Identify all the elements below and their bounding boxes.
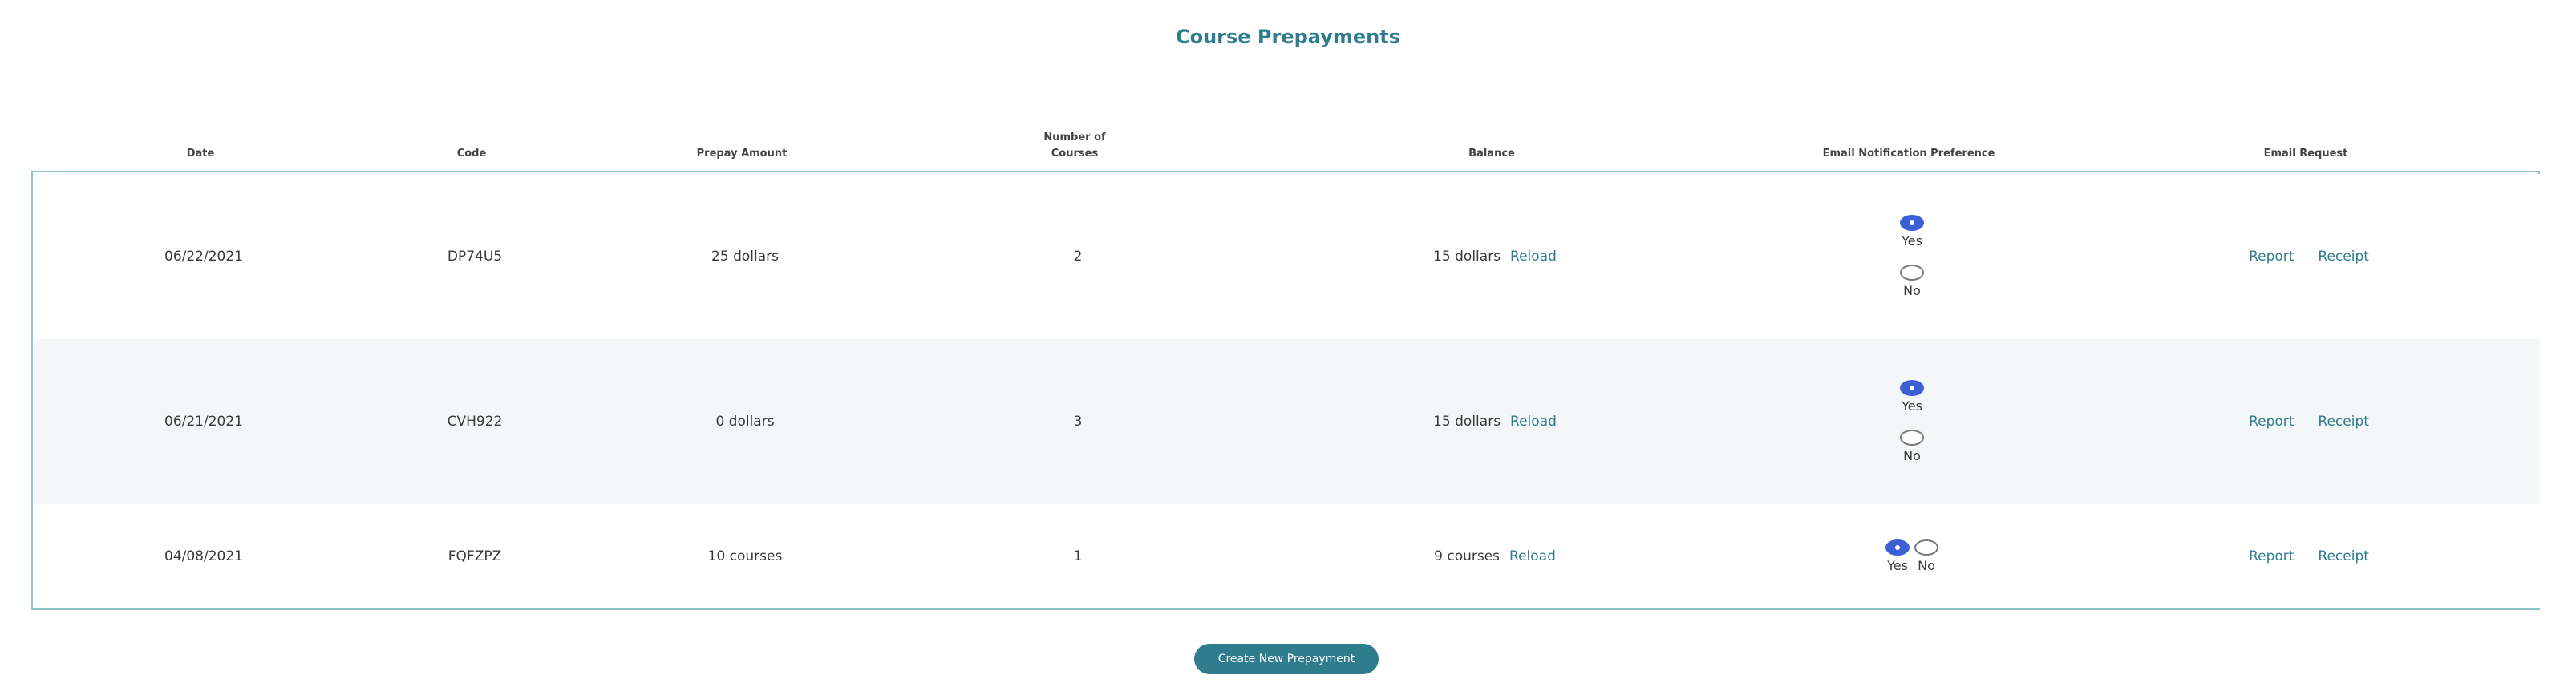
- page-title: Course Prepayments: [1175, 26, 1401, 48]
- row-code: FQFZPZ: [448, 548, 502, 564]
- row-date: 04/08/2021: [164, 548, 243, 564]
- radio-yes-label: Yes: [1902, 398, 1922, 414]
- table-row: 04/08/2021 FQFZPZ 10 courses 1 9 courses…: [34, 504, 2540, 608]
- header-email-request: Email Request: [2263, 147, 2348, 160]
- report-link[interactable]: Report: [2249, 414, 2294, 430]
- radio-yes[interactable]: [1885, 539, 1910, 556]
- radio-no-label: No: [1918, 558, 1935, 573]
- row-prepay-amount: 10 courses: [707, 548, 783, 564]
- radio-no-label: No: [1903, 283, 1921, 298]
- header-code: Code: [456, 147, 487, 160]
- radio-yes-label: Yes: [1902, 233, 1922, 249]
- email-request-links: Report Receipt: [2209, 174, 2409, 339]
- row-balance: 9 courses Reload: [1383, 504, 1607, 608]
- receipt-link[interactable]: Receipt: [2318, 249, 2369, 265]
- radio-no[interactable]: [1914, 539, 1938, 556]
- create-new-prepayment-button[interactable]: Create New Prepayment: [1194, 644, 1379, 674]
- radio-yes-label: Yes: [1887, 558, 1908, 573]
- radio-no-label: No: [1903, 448, 1921, 463]
- radio-no[interactable]: [1900, 430, 1924, 446]
- row-code: CVH922: [447, 414, 503, 430]
- radio-no[interactable]: [1900, 265, 1924, 281]
- balance-value: 15 dollars: [1433, 414, 1501, 430]
- header-date: Date: [186, 147, 215, 160]
- report-link[interactable]: Report: [2249, 548, 2294, 564]
- email-request-links: Report Receipt: [2209, 504, 2409, 608]
- reload-link[interactable]: Reload: [1509, 548, 1556, 564]
- table-row: 06/22/2021 DP74U5 25 dollars 2 15 dollar…: [34, 174, 2540, 339]
- row-courses: 2: [1073, 249, 1083, 265]
- email-request-links: Report Receipt: [2209, 339, 2409, 504]
- email-preference-group: Yes No: [1752, 174, 2072, 339]
- balance-value: 15 dollars: [1433, 249, 1501, 265]
- row-balance: 15 dollars Reload: [1383, 174, 1607, 339]
- table-row: 06/21/2021 CVH922 0 dollars 3 15 dollars…: [34, 339, 2540, 504]
- row-courses: 3: [1073, 414, 1083, 430]
- receipt-link[interactable]: Receipt: [2318, 548, 2369, 564]
- balance-value: 9 courses: [1434, 548, 1501, 564]
- row-date: 06/21/2021: [164, 414, 243, 430]
- row-prepay-amount: 0 dollars: [715, 414, 775, 430]
- report-link[interactable]: Report: [2249, 249, 2294, 265]
- radio-yes[interactable]: [1900, 380, 1924, 396]
- radio-yes[interactable]: [1900, 215, 1924, 231]
- prepayments-table: 06/22/2021 DP74U5 25 dollars 2 15 dollar…: [31, 171, 2540, 610]
- row-balance: 15 dollars Reload: [1383, 339, 1607, 504]
- row-code: DP74U5: [447, 249, 503, 265]
- header-number-of-courses: Number of Courses: [1043, 131, 1106, 160]
- email-preference-group: Yes No: [1752, 504, 2072, 608]
- header-prepay-amount: Prepay Amount: [696, 147, 788, 160]
- email-preference-group: Yes No: [1752, 339, 2072, 504]
- reload-link[interactable]: Reload: [1510, 249, 1557, 265]
- header-email-preference: Email Notification Preference: [1822, 147, 1995, 160]
- row-prepay-amount: 25 dollars: [711, 249, 779, 265]
- row-date: 06/22/2021: [164, 249, 243, 265]
- row-courses: 1: [1073, 548, 1083, 564]
- header-balance: Balance: [1468, 147, 1515, 160]
- reload-link[interactable]: Reload: [1510, 414, 1557, 430]
- receipt-link[interactable]: Receipt: [2318, 414, 2369, 430]
